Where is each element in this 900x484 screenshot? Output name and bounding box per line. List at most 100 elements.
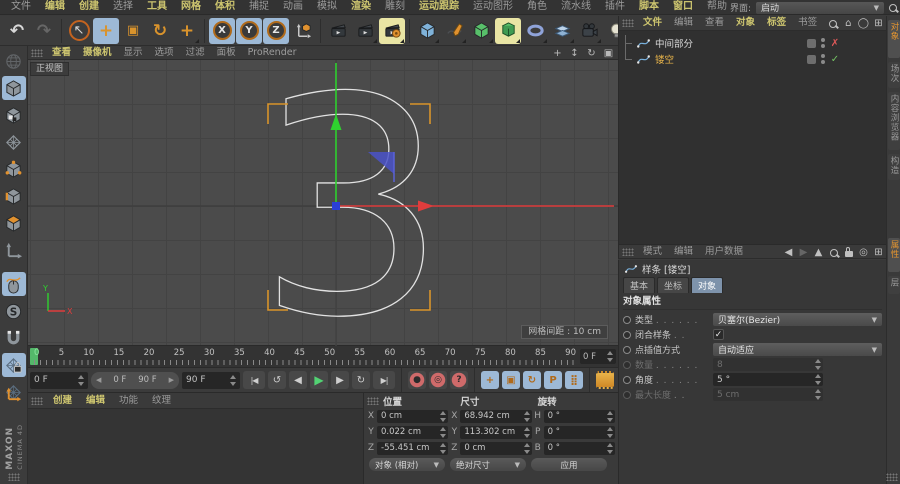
spline-object-icon[interactable] [636,36,651,51]
vertical-tab-对象[interactable]: 对象 [888,20,900,58]
prev-key-icon[interactable]: ↺ [268,371,286,389]
vertical-tab-构造[interactable]: 构造 [888,154,900,180]
tab-基本[interactable]: 基本 [623,277,656,293]
camera-icon[interactable] [576,18,602,44]
environment-icon[interactable] [549,18,575,44]
size-mode-dropdown[interactable]: 绝对尺寸 ▼ [450,458,526,471]
zoom-view-icon[interactable]: ↕ [568,48,581,59]
soft-selection-icon[interactable] [2,299,26,323]
planar-workplane-icon[interactable] [2,380,26,404]
menu-动画[interactable]: 动画 [276,0,310,14]
object-name[interactable]: 中间部分 [655,36,807,50]
layer-icon[interactable] [807,38,816,48]
viewport-menu-ProRender[interactable]: ProRender [242,46,303,60]
menu-雕刻[interactable]: 雕刻 [378,0,412,14]
range-left-arrow-icon[interactable]: ◀ [96,376,101,384]
window-resize-grip[interactable] [886,473,898,481]
rotation-b-field[interactable]: 0 ° [543,441,615,455]
rotate-view-icon[interactable]: ↻ [585,48,598,59]
panel-grip[interactable] [31,48,43,57]
menu-插件[interactable]: 插件 [598,0,632,14]
next-key-icon[interactable]: ↻ [352,371,370,389]
viewport-menu-面板[interactable]: 面板 [211,46,242,60]
attributes-menu-编辑[interactable]: 编辑 [668,245,699,259]
menu-渲染[interactable]: 渲染 [344,0,378,14]
enable-toggle-on-icon[interactable]: ✓ [830,54,840,65]
close-spline-checkbox[interactable]: ✓ [713,329,724,340]
key-parameter-icon[interactable]: P [544,371,562,389]
timeline-ruler[interactable]: 0 5 10 15 20 25 30 35 40 45 50 55 60 65 70 75 80 85 90 0 F [28,346,618,368]
rotate-tool-icon[interactable]: ↻ [147,18,173,44]
object-manager-menu-查看[interactable]: 查看 [699,16,730,30]
polygons-mode-icon[interactable] [2,211,26,235]
size-y-field[interactable]: 113.302 cm [460,425,532,439]
menu-选择[interactable]: 选择 [106,0,140,14]
stepper-icon[interactable] [606,351,613,362]
next-frame-icon[interactable]: ▶ [331,371,349,389]
redo-icon[interactable]: ↷ [31,18,57,44]
position-x-field[interactable]: 0 cm [377,409,449,423]
scale-tool-icon[interactable]: ▣ [120,18,146,44]
rotation-h-field[interactable]: 0 ° [543,409,615,423]
deformers-icon[interactable] [522,18,548,44]
materials-menu-创建[interactable]: 创建 [46,394,79,408]
tab-对象[interactable]: 对象 [691,277,724,293]
add-primitive-cube-icon[interactable] [414,18,440,44]
materials-menu-编辑[interactable]: 编辑 [79,394,112,408]
object-manager-menu-标签[interactable]: 标签 [761,16,792,30]
frame-range-slider[interactable]: ◀ 0 F 90 F ▶ [91,371,179,389]
search-icon[interactable] [828,248,839,257]
goto-end-icon[interactable]: ▶| [373,371,395,389]
menu-运动跟踪[interactable]: 运动跟踪 [412,0,466,14]
menu-帮助[interactable]: 帮助 [700,0,734,14]
vertical-tab-内容浏览器[interactable]: 内容浏览器 [888,92,900,150]
object-manager-menu-文件[interactable]: 文件 [637,16,668,30]
menu-文件[interactable]: 文件 [4,0,38,14]
end-frame-field[interactable]: 90 F [182,371,240,389]
enable-toggle-off-icon[interactable]: ✗ [830,38,840,49]
play-icon[interactable]: ▶ [310,371,328,389]
x-axis-lock-icon[interactable]: X [209,17,235,44]
viewport-menu-摄像机[interactable]: 摄像机 [77,46,118,60]
render-settings-icon[interactable] [379,17,405,44]
focus-icon[interactable]: ◎ [858,247,869,258]
current-frame-field[interactable]: 0 F [30,371,88,389]
filter-icon[interactable]: ◯ [858,18,869,29]
menu-创建[interactable]: 创建 [72,0,106,14]
z-axis-lock-icon[interactable]: Z [263,17,289,44]
angle-field[interactable]: 5 ° [713,373,823,386]
stepper-icon[interactable] [77,374,84,386]
tab-坐标[interactable]: 坐标 [657,277,690,293]
object-manager-menu-书签[interactable]: 书签 [792,16,823,30]
menu-运动图形[interactable]: 运动图形 [466,0,520,14]
vertical-tab-场次[interactable]: 场次 [888,62,900,88]
autokey-icon[interactable]: ◎ [429,371,447,389]
position-mode-dropdown[interactable]: 对象 (相对) ▼ [369,458,445,471]
forward-icon[interactable]: ▶ [798,247,809,258]
menu-网格[interactable]: 网格 [174,0,208,14]
type-dropdown[interactable]: 贝塞尔(Bezier) ▼ [713,313,882,326]
menu-模拟[interactable]: 模拟 [310,0,344,14]
menu-窗口[interactable]: 窗口 [666,0,700,14]
menu-捕捉[interactable]: 捕捉 [242,0,276,14]
add-panel-icon[interactable]: ⊞ [873,18,884,29]
spline-object-icon[interactable] [636,52,651,67]
menu-角色[interactable]: 角色 [520,0,554,14]
move-tool-icon[interactable]: + [93,17,119,44]
back-icon[interactable]: ◀ [783,247,794,258]
key-scale-icon[interactable]: ▣ [502,371,520,389]
object-manager-menu-编辑[interactable]: 编辑 [668,16,699,30]
anim-dot-icon[interactable] [623,315,631,324]
menu-编辑[interactable]: 编辑 [38,0,72,14]
spline-pen-icon[interactable] [441,18,467,44]
last-tool-icon[interactable]: + [174,18,200,44]
y-axis-lock-icon[interactable]: Y [236,17,262,44]
viewport-menu-查看[interactable]: 查看 [46,46,77,60]
record-keyframe-icon[interactable]: ● [408,371,426,389]
panel-grip[interactable] [622,247,634,256]
model-mode-icon[interactable] [1,76,26,100]
apply-button[interactable]: 应用 [531,458,607,471]
live-selection-icon[interactable]: ↖ [66,18,92,44]
texture-mode-icon[interactable] [2,103,26,127]
attributes-menu-用户数据[interactable]: 用户数据 [699,245,749,259]
